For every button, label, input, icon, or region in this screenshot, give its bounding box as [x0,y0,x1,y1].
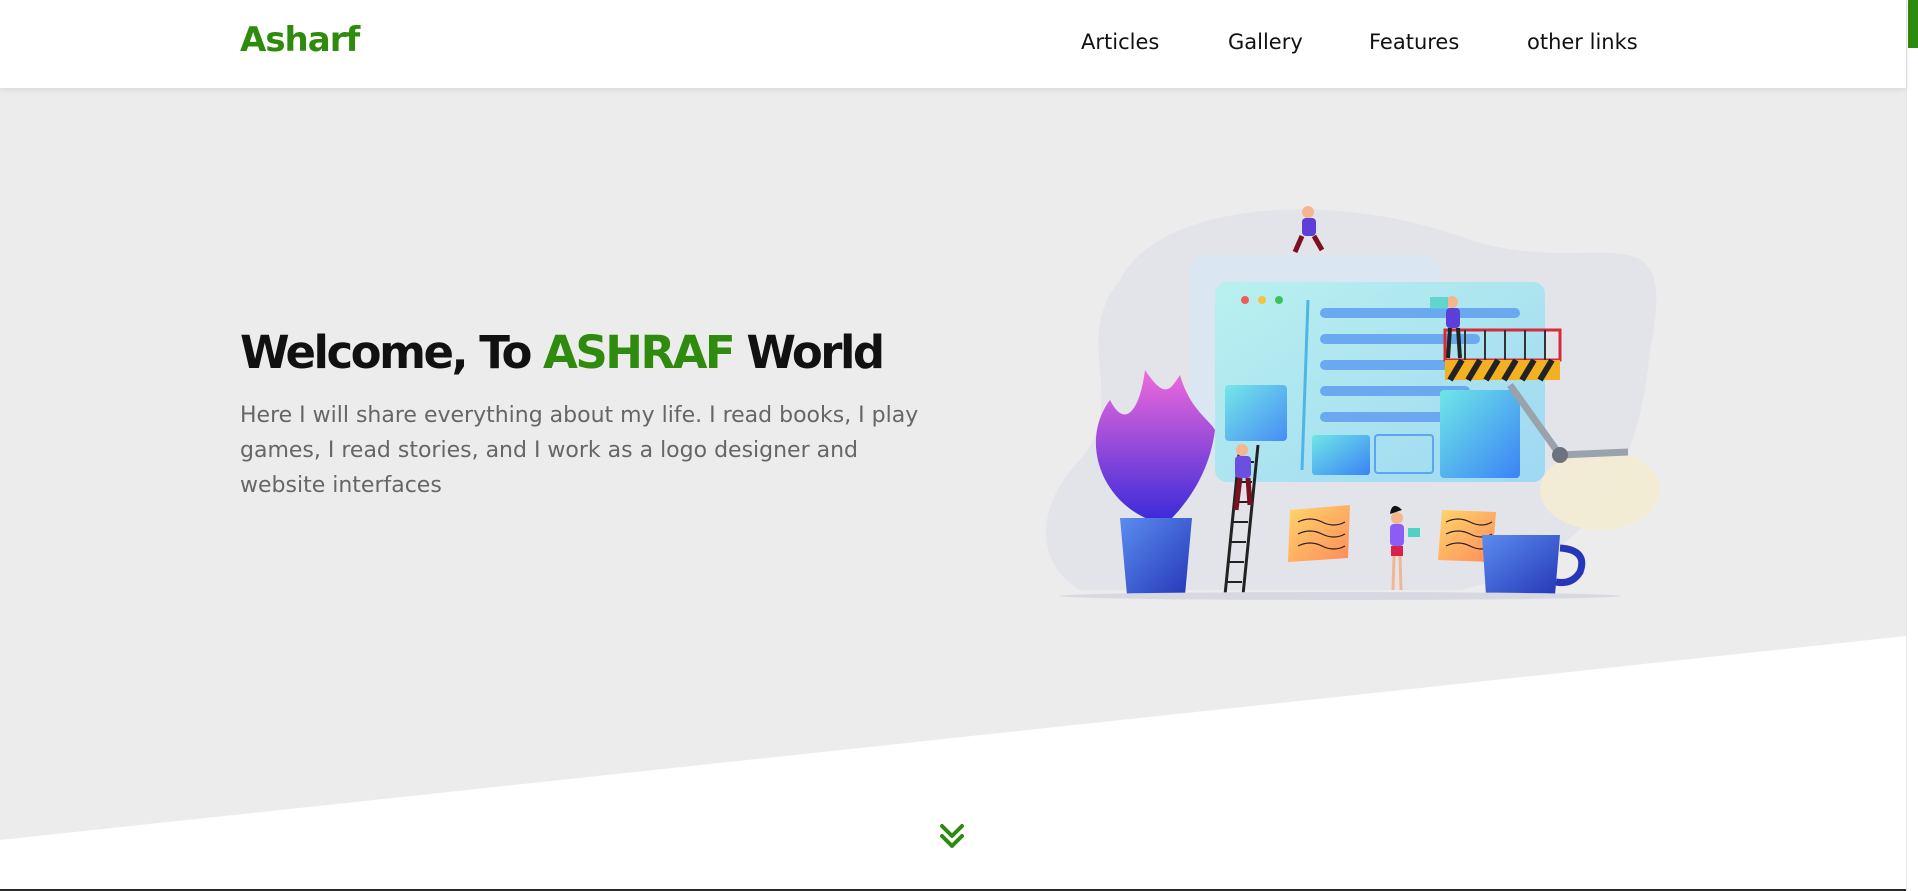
coffee-mug [1482,535,1560,595]
nav-link-features[interactable]: Features [1369,30,1459,54]
content-block [1225,385,1287,441]
hero-title-accent: ASHRAF [543,326,736,379]
scrollbar-thumb[interactable] [1908,0,1918,48]
hero-title-prefix: Welcome, To [240,326,544,379]
browser-dot-red [1241,296,1249,304]
text-bar [1320,412,1450,422]
double-chevron-down-icon [940,824,964,848]
nav-link-gallery[interactable]: Gallery [1228,30,1303,54]
hero-title: Welcome, To ASHRAF World [240,326,885,379]
content-block [1312,435,1370,475]
main-nav: Articles Gallery Features other links [0,30,1906,60]
site-header: Asharf Articles Gallery Features other l… [0,0,1906,88]
hero-description: Here I will share everything about my li… [240,403,919,498]
text-bar [1320,334,1480,344]
hero-illustration [1046,206,1660,600]
sticky-note [1288,505,1350,562]
browser-dot-yellow [1258,296,1266,304]
text-bar [1320,308,1520,318]
plant-pot [1120,518,1192,595]
nav-link-other-links[interactable]: other links [1527,30,1638,54]
hero-title-suffix: World [733,326,885,379]
content-block [1440,390,1520,478]
lift-arm [1559,448,1629,459]
browser-dot-green [1275,296,1283,304]
scrollbar-track[interactable] [1906,0,1918,891]
scroll-down-button[interactable] [936,820,968,852]
nav-link-articles[interactable]: Articles [1081,30,1159,54]
